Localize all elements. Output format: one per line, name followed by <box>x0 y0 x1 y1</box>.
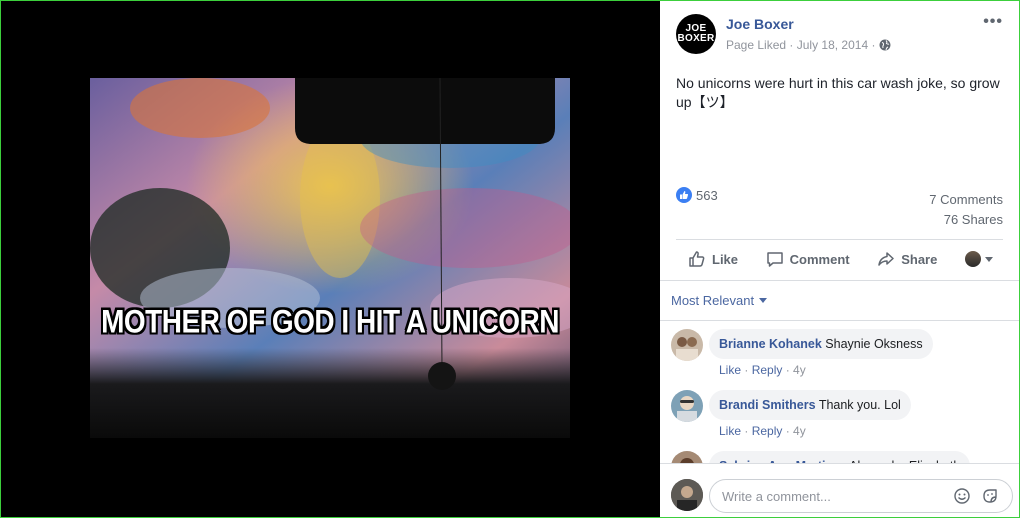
comment-sort-dropdown[interactable]: Most Relevant <box>671 293 768 308</box>
post-text: No unicorns were hurt in this car wash j… <box>676 75 1000 110</box>
comment-like-link[interactable]: Like <box>719 424 741 438</box>
page-liked-label: Page Liked <box>726 38 787 52</box>
divider <box>660 280 1019 281</box>
like-count: 563 <box>696 187 718 203</box>
sticker-icon[interactable] <box>982 488 998 504</box>
viewer-avatar <box>964 251 981 267</box>
like-reaction-icon <box>676 187 692 203</box>
commenter-avatar[interactable] <box>671 390 703 422</box>
comment-reply-link[interactable]: Reply <box>752 424 783 438</box>
current-user-avatar <box>671 479 703 511</box>
post-sidebar: JOE BOXER Joe Boxer Page Liked · July 18… <box>660 1 1019 517</box>
post-date-link[interactable]: July 18, 2014 <box>797 38 868 52</box>
comment-meta: Like · Reply · 4y <box>719 424 806 438</box>
shares-count-link[interactable]: 76 Shares <box>929 210 1003 230</box>
reaction-summary[interactable]: 563 <box>676 187 718 203</box>
comment-age[interactable]: 4y <box>793 424 806 438</box>
comment-composer <box>660 463 1019 517</box>
emoji-icon[interactable] <box>954 488 970 504</box>
post-actions: Like Comment Share <box>676 241 1003 277</box>
share-button[interactable]: Share <box>877 250 937 268</box>
divider <box>676 239 1003 240</box>
meme-caption: MOTHER OF GOD I HIT A UNICORN <box>101 303 559 340</box>
comment-meta: Like · Reply · 4y <box>719 363 806 377</box>
post-photo[interactable]: MOTHER OF GOD I HIT A UNICORN <box>90 78 570 438</box>
chevron-down-icon <box>984 256 993 262</box>
more-options-button[interactable]: ••• <box>983 13 1003 31</box>
like-button[interactable]: Like <box>688 250 738 268</box>
comment-bubble: Brandi Smithers Thank you. Lol <box>709 390 911 420</box>
post-as-selector[interactable] <box>964 251 993 267</box>
page-avatar[interactable]: JOE BOXER <box>676 14 716 54</box>
comment-button[interactable]: Comment <box>766 250 850 268</box>
commenter-name[interactable]: Brianne Kohanek <box>719 337 822 351</box>
windshield-image <box>90 78 570 438</box>
thumbs-up-icon <box>689 251 705 267</box>
comment-reply-link[interactable]: Reply <box>752 363 783 377</box>
comment-text: Thank you. Lol <box>818 398 901 412</box>
comment-text: Shaynie Oksness <box>825 337 923 351</box>
comment-icon <box>766 252 783 267</box>
comment-age[interactable]: 4y <box>793 363 806 377</box>
comment-like-link[interactable]: Like <box>719 363 741 377</box>
commenter-name[interactable]: Brandi Smithers <box>719 398 816 412</box>
photo-viewer: MOTHER OF GOD I HIT A UNICORN <box>1 1 660 517</box>
chevron-down-icon <box>759 298 768 303</box>
page-name-link[interactable]: Joe Boxer <box>726 16 794 32</box>
share-icon <box>878 252 894 266</box>
post-meta: Page Liked · July 18, 2014 · <box>726 38 891 52</box>
divider <box>660 320 1019 321</box>
comments-count-link[interactable]: 7 Comments <box>929 190 1003 210</box>
globe-icon[interactable] <box>879 39 891 51</box>
comment-bubble: Brianne Kohanek Shaynie Oksness <box>709 329 933 359</box>
engagement-counts: 7 Comments 76 Shares <box>929 190 1003 230</box>
commenter-avatar[interactable] <box>671 329 703 361</box>
